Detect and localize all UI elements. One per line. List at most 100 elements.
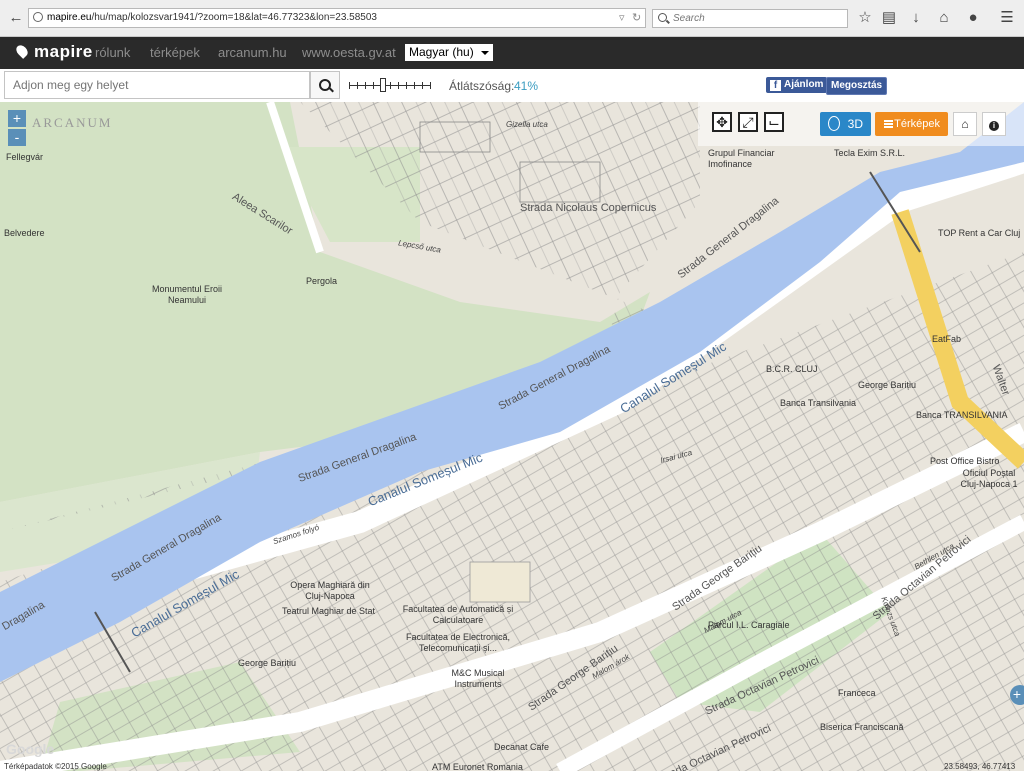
site-navbar: mapire rólunk térképek arcanum.hu www.oe… — [0, 37, 1024, 69]
poi-label: Decanat Cafe — [494, 742, 550, 752]
fullscreen-icon[interactable]: ⤢ — [738, 112, 758, 132]
back-arrow-icon[interactable]: ← — [6, 8, 26, 28]
slider-tick — [430, 82, 431, 89]
3d-button[interactable]: 3D — [820, 112, 871, 136]
poi-label: Pergola — [306, 276, 338, 286]
map-canvas[interactable]: Canalul Someșul Mic Canalul Someșul Mic … — [0, 102, 1024, 771]
like-label: Ajánlom — [784, 79, 824, 90]
slider-tick — [414, 82, 415, 89]
menu-icon[interactable]: ☰ — [997, 8, 1017, 28]
slider-tick — [390, 82, 391, 89]
dropdown-arrow-icon[interactable]: ▿ — [619, 9, 625, 27]
map-attribution: Térképadatok ©2015 Google — [4, 762, 107, 771]
search-icon — [319, 79, 331, 91]
maps-button[interactable]: Térképek — [875, 112, 948, 136]
poi-label: Opera Maghiară din Cluj-Napoca — [290, 580, 370, 601]
poi-label: Franceca — [838, 688, 876, 698]
facebook-like-button[interactable]: f Ajánlom — [766, 77, 828, 93]
arcanum-watermark: ARCANUM — [32, 115, 113, 130]
poi-label: ATM Euronet Romania — [432, 762, 523, 771]
browser-search-input[interactable]: Search — [652, 9, 848, 28]
opacity-value: 41% — [514, 79, 539, 93]
poi-label: M&C Musical Instruments — [451, 668, 505, 689]
poi-label: Oficiul Poștal Cluj-Napoca 1 — [960, 468, 1018, 489]
map-graphics — [0, 102, 1024, 771]
map-pin-icon — [14, 43, 30, 59]
poi-label: Parcul I.L. Caragiale — [708, 620, 790, 630]
reload-icon[interactable]: ↻ — [632, 9, 641, 27]
map-toolbar: Átlátszóság: 41% fAjánlom Megosztás — [0, 69, 1024, 103]
search-icon — [658, 13, 667, 22]
map-tools-panel: ✥ ⤢ ⌙ 3D Térképek ⌂ i — [698, 102, 1024, 146]
poi-label: George Barițiu — [858, 380, 917, 390]
building — [469, 561, 531, 603]
poi-label: Grupul Financiar Imofinance — [708, 148, 775, 169]
star-icon[interactable]: ☆ — [855, 8, 875, 28]
nav-link-maps[interactable]: térképek — [150, 45, 200, 60]
poi-label: Belvedere — [4, 228, 45, 238]
share-button[interactable]: Megosztás — [826, 77, 888, 95]
expand-plus-icon[interactable]: + — [1010, 685, 1024, 705]
chevron-down-icon — [481, 51, 489, 55]
3d-label: 3D — [847, 117, 863, 131]
url-path: /hu/map/kolozsvar1941/?zoom=18&lat=46.77… — [91, 12, 377, 23]
mapire-logo[interactable]: mapire — [14, 42, 93, 62]
measure-icon[interactable]: ⌙ — [764, 112, 784, 132]
google-logo: Google — [6, 741, 55, 757]
old-map-text: Gizella utca — [506, 120, 548, 129]
info-icon: i — [989, 121, 999, 131]
street-label: Strada Nicolaus Copernicus — [520, 202, 657, 214]
browser-search-placeholder: Search — [673, 13, 705, 24]
home-button[interactable]: ⌂ — [953, 112, 977, 136]
nav-link-about[interactable]: rólunk — [95, 45, 130, 60]
home-icon[interactable]: ⌂ — [934, 8, 954, 28]
opacity-label: Átlátszóság: — [449, 79, 515, 93]
poi-label: TOP Rent a Car Cluj — [938, 228, 1021, 238]
globe-icon — [33, 12, 43, 22]
zoom-control: + - — [8, 110, 26, 146]
poi-label: Banca TRANSILVANIA — [916, 410, 1008, 420]
poi-label: Banca Transilvania — [780, 398, 857, 408]
address-bar[interactable]: mapire.eu/hu/map/kolozsvar1941/?zoom=18&… — [28, 8, 646, 28]
slider-thumb[interactable] — [380, 78, 386, 92]
nav-link-oesta[interactable]: www.oesta.gv.at — [302, 45, 396, 60]
nav-link-arcanum[interactable]: arcanum.hu — [218, 45, 287, 60]
poi-label: Facultatea de Electronică, Telecomunicaț… — [405, 632, 511, 653]
maps-label: Térképek — [894, 118, 940, 130]
slider-tick — [357, 82, 358, 89]
zoom-in-button[interactable]: + — [8, 110, 26, 127]
language-value: Magyar (hu) — [409, 45, 474, 59]
logo-text: mapire — [34, 42, 93, 61]
list-icon — [884, 120, 893, 128]
facebook-icon: f — [770, 80, 781, 91]
reading-list-icon[interactable]: ▤ — [879, 8, 899, 28]
slider-tick — [349, 82, 350, 89]
pan-icon[interactable]: ✥ — [712, 112, 732, 132]
language-select[interactable]: Magyar (hu) — [405, 44, 493, 61]
poi-label: Post Office Bistro — [930, 456, 1000, 466]
url-host: mapire.eu — [47, 12, 92, 23]
slider-tick — [373, 82, 374, 89]
slider-tick — [422, 82, 423, 89]
slider-tick — [406, 82, 407, 89]
browser-toolbar: ← mapire.eu/hu/map/kolozsvar1941/?zoom=1… — [0, 0, 1024, 37]
slider-tick — [365, 82, 366, 89]
poi-label: B.C.R. CLUJ — [766, 364, 818, 374]
slider-tick — [398, 82, 399, 89]
poi-label: Tecla Exim S.R.L. — [834, 148, 906, 158]
pin-3d-icon — [828, 116, 840, 131]
coordinates-readout: 23.58493, 46.77413 — [944, 762, 1016, 771]
poi-label: Teatrul Maghiar de Stat — [282, 606, 376, 616]
poi-label: Fellegvár — [6, 152, 44, 162]
download-icon[interactable]: ↓ — [906, 8, 926, 28]
zoom-out-button[interactable]: - — [8, 129, 26, 146]
poi-label: Facultatea de Automatică și Calculatoare — [402, 604, 514, 625]
place-search-input[interactable] — [4, 71, 310, 99]
poi-label: George Barițiu — [238, 658, 297, 668]
chat-icon[interactable]: ● — [963, 8, 983, 28]
opacity-slider[interactable] — [349, 78, 431, 92]
info-button[interactable]: i — [982, 112, 1006, 136]
poi-label: Monumentul Eroii Neamului — [151, 284, 223, 305]
poi-label: EatFab — [932, 334, 962, 344]
place-search-button[interactable] — [310, 71, 340, 99]
